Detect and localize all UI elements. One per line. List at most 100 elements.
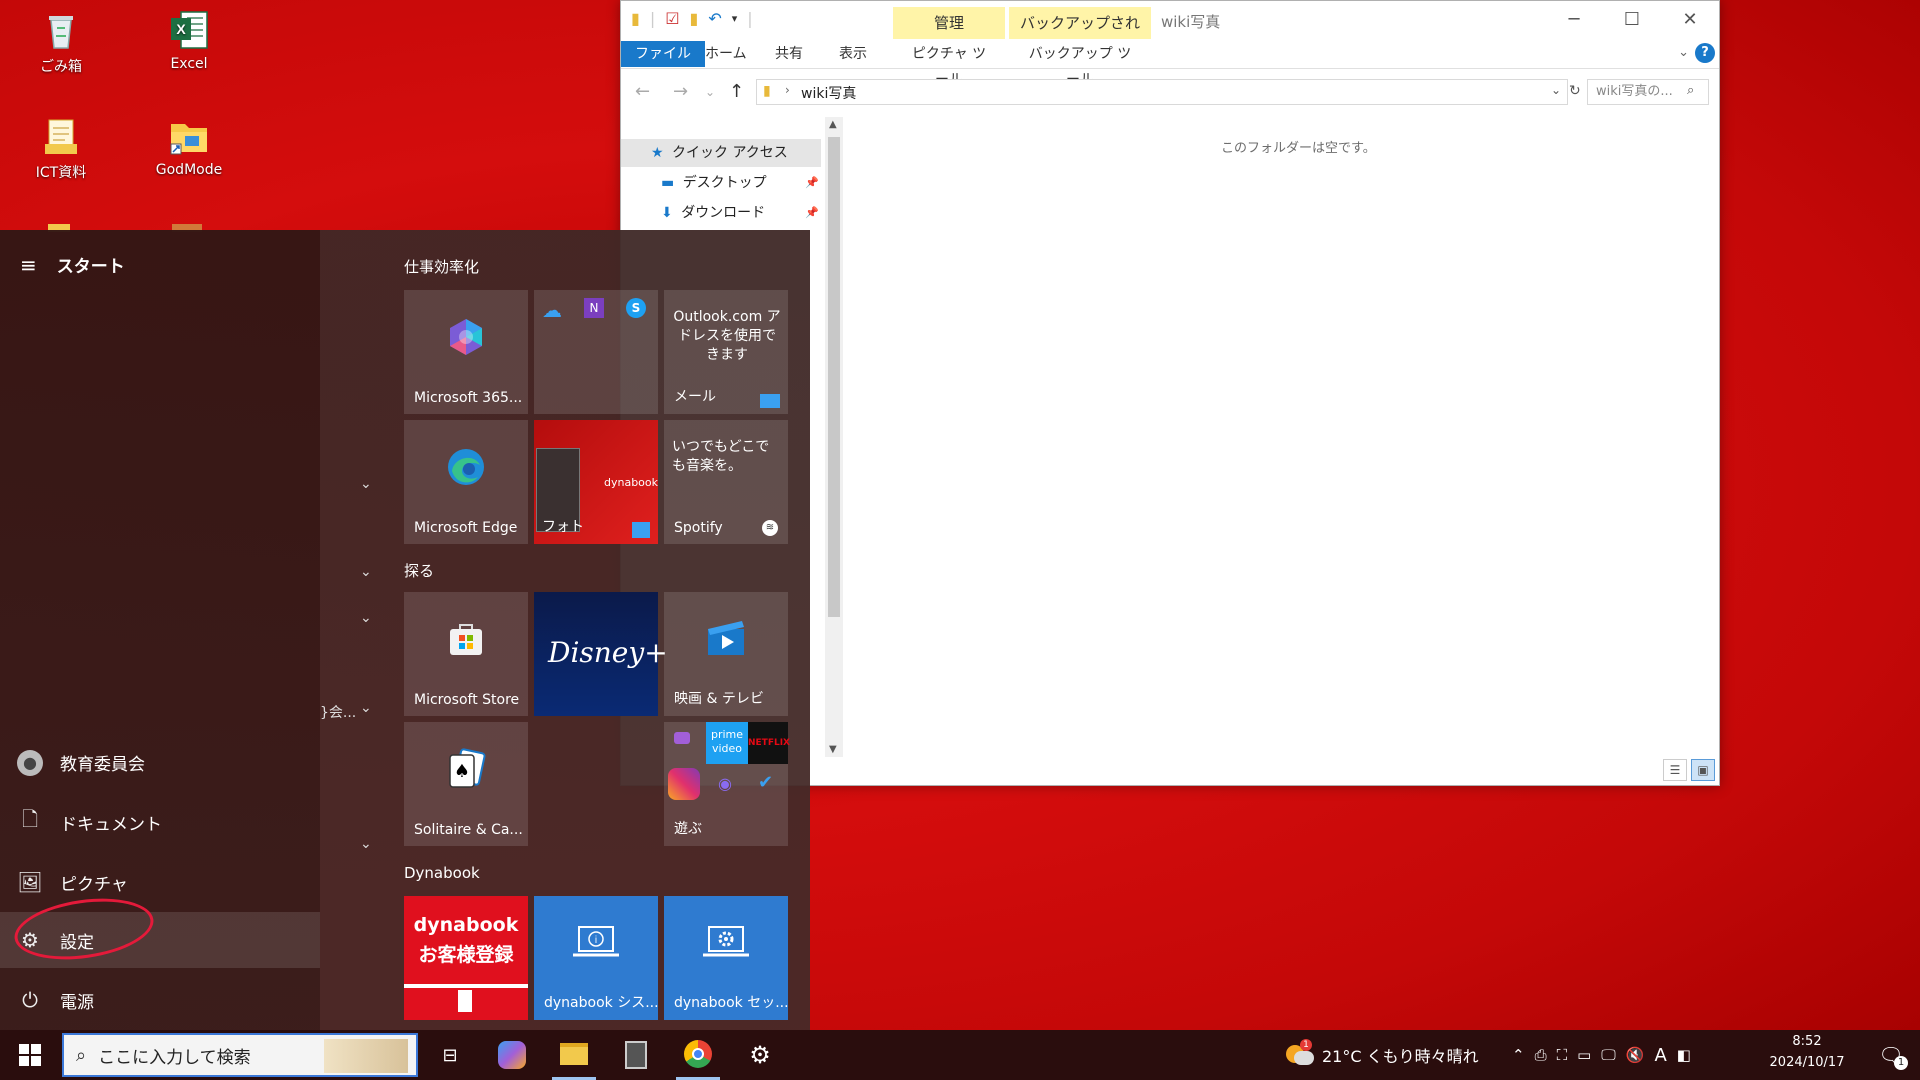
excel-icon: X	[171, 11, 208, 49]
tile-dynabook-registration[interactable]: dynabook お客様登録	[404, 896, 528, 1020]
onedrive-icon: ☁	[542, 298, 562, 322]
tile-microsoft-365[interactable]: Microsoft 365...	[404, 290, 528, 414]
undo-icon[interactable]: ↶	[708, 9, 721, 28]
nav-item-quick-access[interactable]: ★ クイック アクセス	[621, 139, 821, 167]
chevron-down-icon[interactable]: ▾	[732, 12, 738, 25]
edge-icon	[448, 449, 484, 486]
scroll-thumb[interactable]	[828, 137, 840, 617]
back-button[interactable]: ←	[635, 81, 650, 102]
desktop-icon-ict[interactable]: ICT資料	[16, 114, 106, 182]
tab-home[interactable]: ホーム	[691, 41, 761, 67]
tab-share[interactable]: 共有	[761, 41, 817, 67]
tile-spotify[interactable]: いつでもどこでも音楽を。 Spotify ≋	[664, 420, 788, 544]
properties-icon[interactable]: ☑	[665, 9, 679, 28]
taskbar-copilot[interactable]	[490, 1030, 534, 1080]
tab-backup-tools[interactable]: バックアップ ツール	[1009, 41, 1151, 88]
chevron-down-icon[interactable]: ⌄	[360, 700, 372, 716]
desktop-icon-godmode[interactable]: GodMode	[144, 114, 234, 178]
start-item-label: ピクチャ	[60, 874, 128, 895]
tile-label: メール	[674, 389, 716, 405]
todo-icon: ✔	[758, 772, 774, 793]
photos-icon	[632, 522, 650, 538]
close-button[interactable]: ✕	[1661, 1, 1719, 39]
refresh-button[interactable]: ↻	[1569, 83, 1581, 99]
nav-item-downloads[interactable]: ⬇ ダウンロード 📌	[621, 199, 821, 227]
taskbar-calculator[interactable]	[614, 1030, 658, 1080]
task-view-button[interactable]: ⊟	[428, 1030, 472, 1080]
up-button[interactable]: ↑	[729, 81, 744, 102]
nav-item-desktop[interactable]: ▬ デスクトップ 📌	[621, 169, 821, 197]
camera-icon[interactable]: ⎙	[1535, 1046, 1547, 1064]
context-tab-backup[interactable]: バックアップされません	[1009, 7, 1151, 64]
network-icon[interactable]: 🖵	[1601, 1046, 1615, 1064]
scroll-up-icon[interactable]: ▲	[829, 119, 837, 130]
address-bar[interactable]: ▮ › wiki写真 ⌄	[756, 79, 1568, 105]
start-item-power[interactable]: ⏻ 電源	[0, 972, 320, 1028]
address-row: ← → ⌄ ↑ ▮ › wiki写真 ⌄ ↻ wiki写真の... ⌕	[621, 73, 1719, 111]
clock[interactable]: 8:52 2024/10/17	[1762, 1034, 1852, 1070]
tile-microsoft-store[interactable]: Microsoft Store	[404, 592, 528, 716]
taskbar-settings[interactable]: ⚙	[738, 1030, 782, 1080]
notification-count: 1	[1894, 1056, 1908, 1070]
tile-movies-tv[interactable]: 映画 & テレビ	[664, 592, 788, 716]
weather-widget[interactable]: 1 21°C くもり時々晴れ	[1286, 1030, 1479, 1080]
tile-dynabook-system[interactable]: i dynabook シス...	[534, 896, 659, 1020]
start-menu-tiles-area: ⌄ ⌄ ⌄ }会... ⌄ ⌄ 仕事効率化 Microsoft 365... ☁…	[320, 230, 810, 1030]
forward-button[interactable]: →	[673, 81, 688, 102]
tab-picture-tools[interactable]: ピクチャ ツール	[893, 41, 1005, 88]
tile-photos[interactable]: dynabook フォト	[534, 420, 658, 544]
taskbar-chrome[interactable]	[676, 1030, 720, 1080]
chevron-down-icon[interactable]: ⌄	[360, 836, 372, 852]
start-button[interactable]	[0, 1030, 60, 1080]
start-item-documents[interactable]: 🗋 ドキュメント	[0, 794, 320, 850]
tile-mail[interactable]: Outlook.com アドレスを使用できます メール	[664, 290, 788, 414]
mail-icon	[760, 394, 780, 408]
remote-icon[interactable]: ⛶	[1557, 1046, 1568, 1064]
notification-center-button[interactable]: 🗨 1	[1866, 1030, 1916, 1080]
chevron-down-icon[interactable]: ⌄	[360, 610, 372, 626]
tab-view[interactable]: 表示	[825, 41, 881, 67]
scroll-down-icon[interactable]: ▼	[829, 744, 837, 755]
tile-office-apps-folder[interactable]: ☁ N S	[534, 290, 658, 414]
tile-solitaire[interactable]: ♠ Solitaire & Ca...	[404, 722, 528, 846]
desktop-icon-excel[interactable]: X Excel	[144, 8, 234, 72]
hamburger-icon[interactable]: ≡	[20, 253, 37, 277]
chevron-down-icon[interactable]: ⌄	[360, 564, 372, 580]
tile-microsoft-edge[interactable]: Microsoft Edge	[404, 420, 528, 544]
help-icon[interactable]: ?	[1695, 43, 1715, 63]
tile-disney-plus[interactable]: Disney+	[534, 592, 668, 716]
tile-dynabook-settings[interactable]: dynabook セッ...	[664, 896, 789, 1020]
game-icon	[674, 732, 690, 744]
start-item-account[interactable]: ● 教育委員会	[0, 734, 320, 790]
maximize-button[interactable]: ☐	[1603, 1, 1661, 39]
search-icon: ⌕	[76, 1044, 87, 1066]
volume-muted-icon[interactable]: 🔇	[1626, 1046, 1645, 1064]
start-item-label: ドキュメント	[60, 814, 162, 835]
desktop-icon-recycle-bin[interactable]: ごみ箱	[16, 8, 106, 76]
tile-play-folder[interactable]: prime video NETFLIX ◉ ✔ 遊ぶ	[664, 722, 790, 846]
nav-scrollbar[interactable]: ▲ ▼	[825, 117, 843, 757]
start-item-pictures[interactable]: 🖼 ピクチャ	[0, 854, 320, 910]
partial-app-label: }会...	[320, 705, 357, 721]
context-tab-manage[interactable]: 管理	[893, 7, 1005, 39]
windows-icon	[19, 1044, 41, 1066]
svg-text:i: i	[595, 935, 597, 946]
details-view-icon[interactable]: ☰	[1663, 759, 1687, 781]
chevron-down-icon[interactable]: ⌄	[1551, 83, 1561, 97]
large-icons-view-icon[interactable]: ▣	[1691, 759, 1715, 781]
ime-indicator[interactable]: A	[1654, 1045, 1666, 1066]
ime-mode-icon[interactable]: ◧	[1677, 1046, 1691, 1064]
recent-locations-button[interactable]: ⌄	[705, 85, 715, 99]
chevron-up-icon[interactable]: ⌃	[1512, 1046, 1525, 1064]
taskbar-file-explorer[interactable]	[552, 1030, 596, 1080]
minimize-button[interactable]: ─	[1545, 1, 1603, 39]
search-icon[interactable]: ⌕	[1687, 83, 1694, 98]
ribbon-expand-icon[interactable]: ⌄	[1678, 45, 1689, 60]
separator: |	[747, 9, 753, 28]
folder-icon[interactable]: ▮	[631, 9, 640, 28]
taskbar-search-box[interactable]: ⌕ ここに入力して検索	[62, 1033, 418, 1077]
battery-icon[interactable]: ▭	[1577, 1046, 1591, 1064]
breadcrumb[interactable]: wiki写真	[801, 83, 856, 103]
new-folder-icon[interactable]: ▮	[690, 9, 699, 28]
chevron-down-icon[interactable]: ⌄	[360, 476, 372, 492]
